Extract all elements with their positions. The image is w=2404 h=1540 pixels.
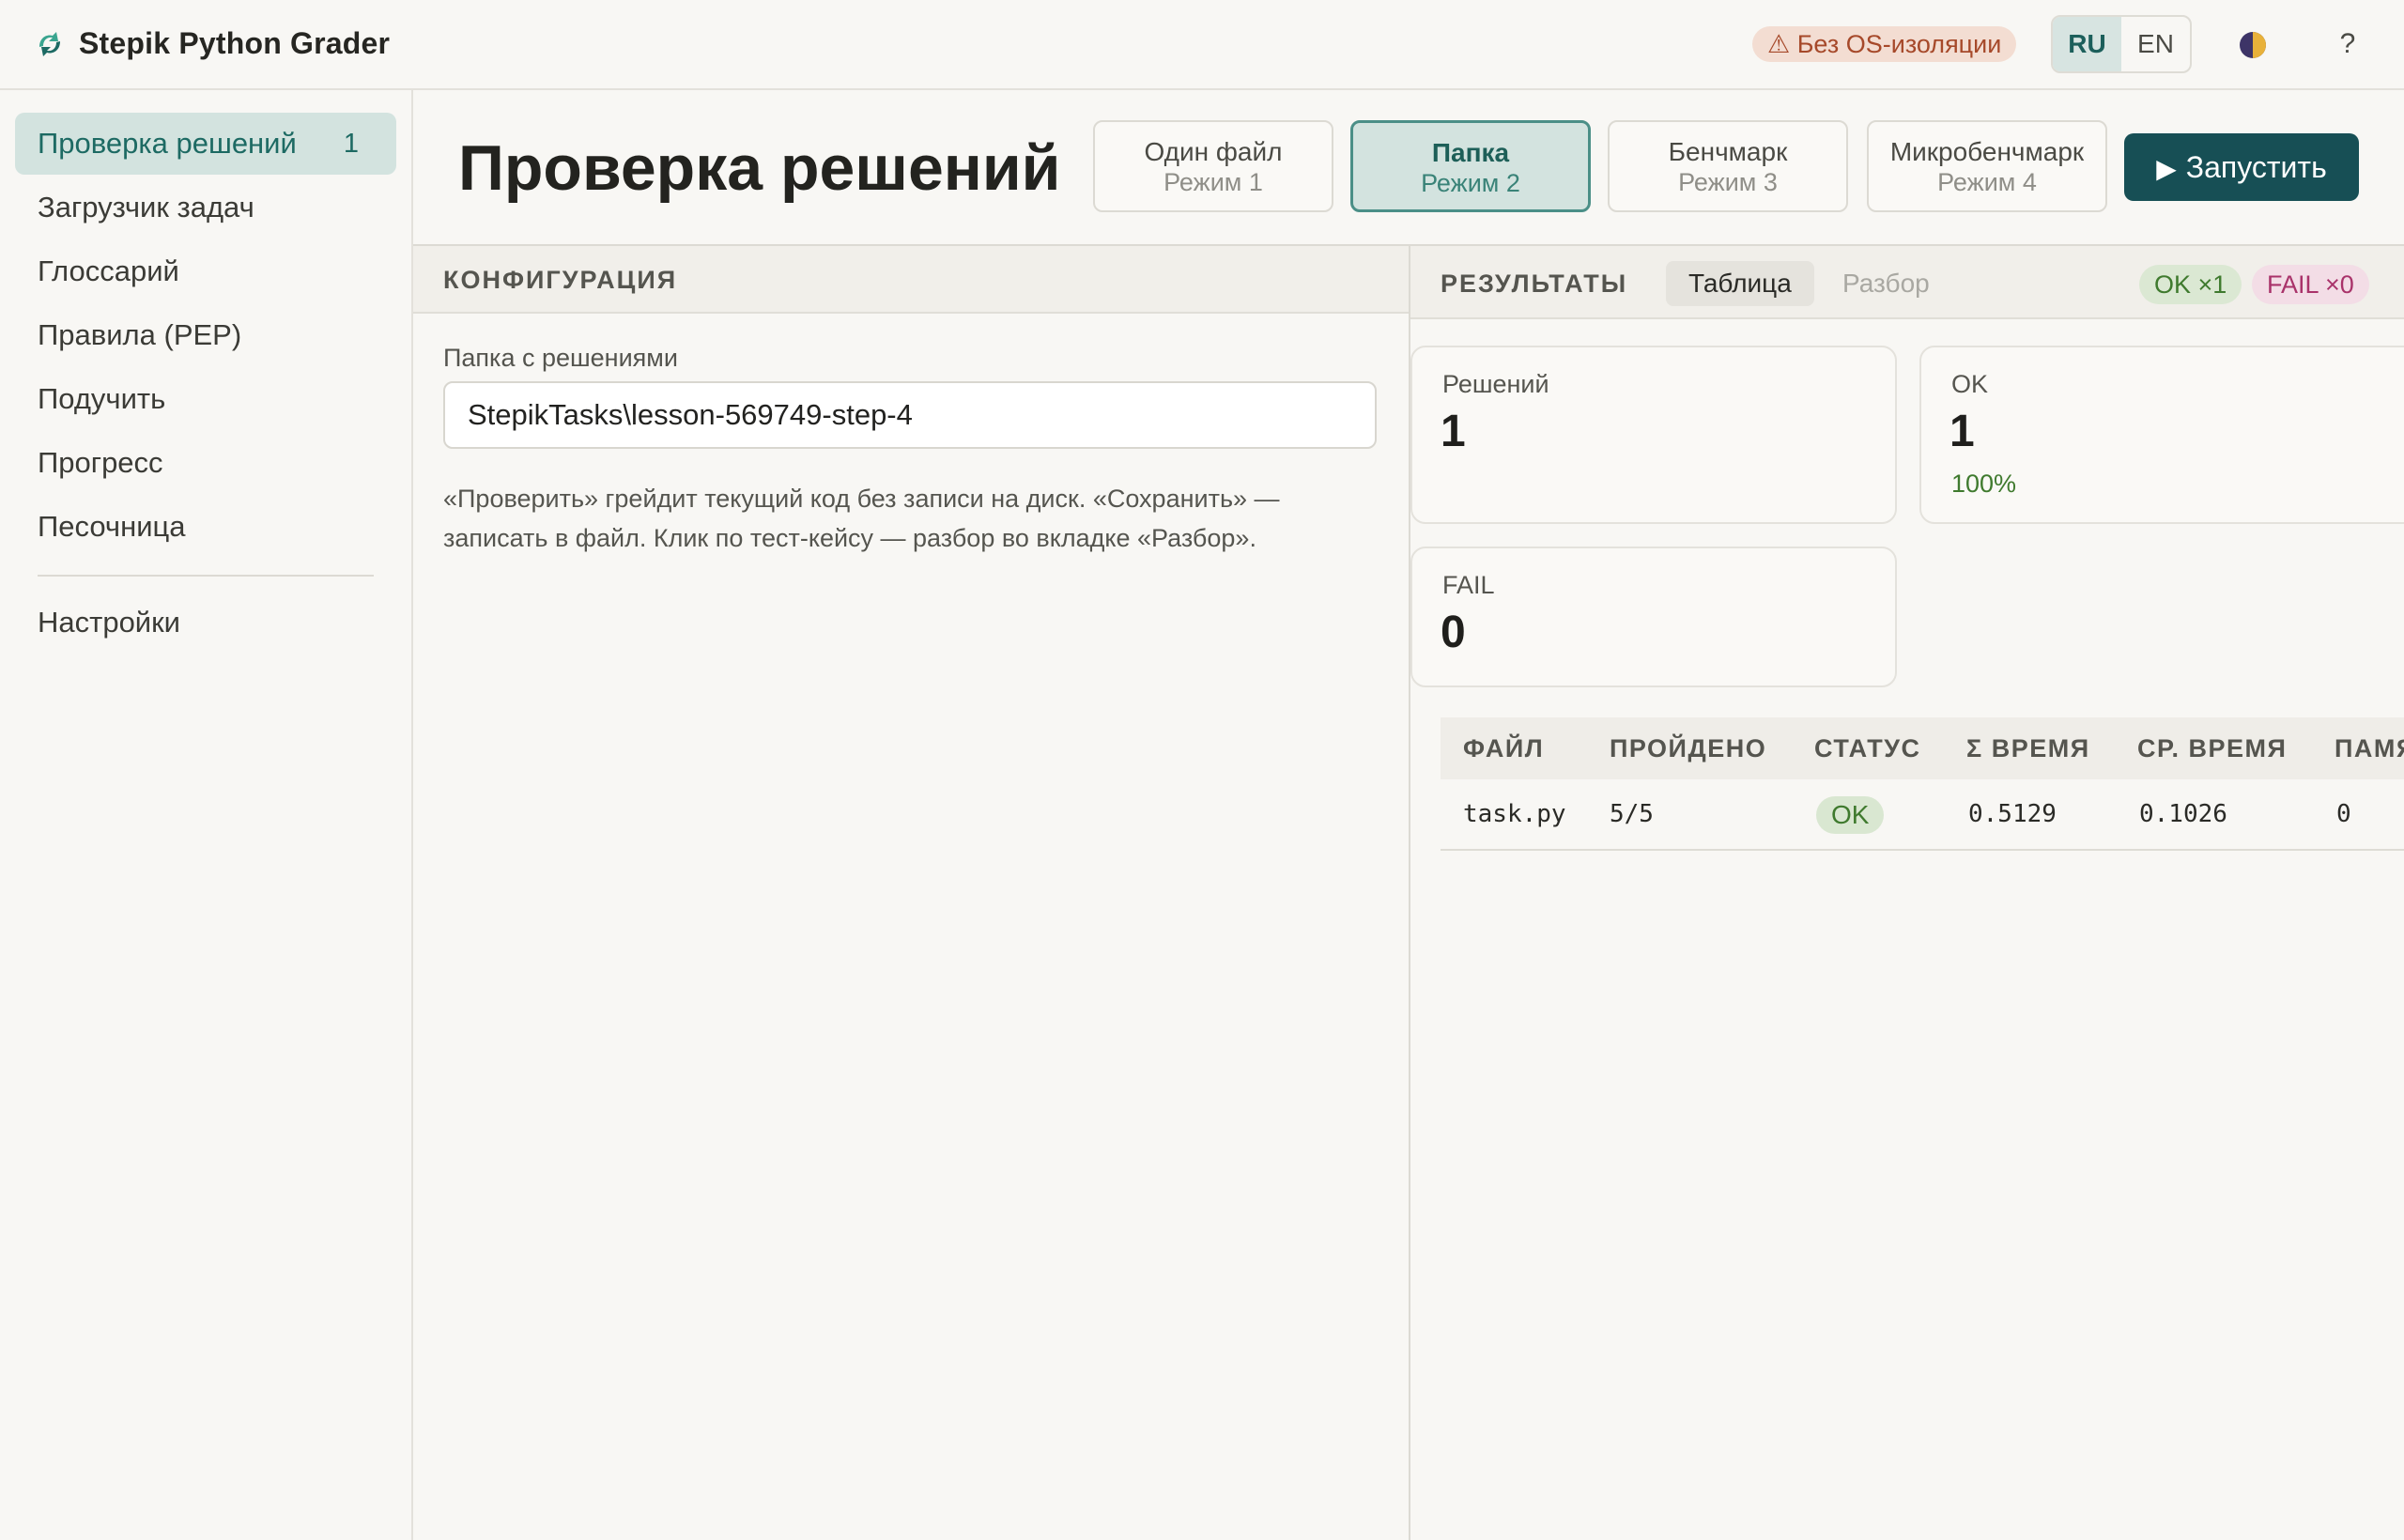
column-header-total-time[interactable]: Σ ВРЕМЯ (1966, 717, 2090, 779)
stat-value: 0 (1441, 608, 1466, 657)
column-header-file[interactable]: ФАЙЛ (1463, 717, 1544, 779)
sidebar-item-settings[interactable]: Настройки (15, 592, 396, 654)
cell-passed: 5/5 (1610, 800, 1654, 828)
status-badge: OK (1816, 796, 1885, 834)
sidebar-item-label: Проверка решений (38, 127, 297, 160)
table-header: ФАЙЛ ПРОЙДЕНО СТАТУС Σ ВРЕМЯ СР. ВРЕМЯ П… (1441, 717, 2404, 779)
mode-single-file-button[interactable]: Один файл Режим 1 (1093, 120, 1333, 212)
mode-subtitle: Режим 4 (1937, 168, 2037, 196)
sidebar-item-label: Прогресс (38, 446, 163, 479)
language-switch: RU EN (2051, 15, 2192, 73)
sidebar-item-label: Глоссарий (38, 254, 179, 287)
sidebar-item-label: Загрузчик задач (38, 191, 254, 223)
mode-subtitle: Режим 2 (1421, 169, 1520, 197)
stat-label: FAIL (1442, 571, 1495, 599)
mode-title: Папка (1431, 138, 1510, 167)
sidebar-item-count: 1 (343, 129, 359, 159)
tab-table[interactable]: Таблица (1666, 261, 1814, 306)
results-panel: РЕЗУЛЬТАТЫ Таблица Разбор OK ×1 FAIL ×0 … (1410, 246, 2404, 1540)
config-panel-header: КОНФИГУРАЦИЯ (413, 246, 1409, 314)
sidebar-item-glossary[interactable]: Глоссарий (15, 240, 396, 302)
mode-title: Микробенчмарк (1889, 137, 2085, 166)
cell-file: task.py (1463, 800, 1566, 828)
stat-value: 1 (1949, 407, 1975, 456)
app-logo-icon (39, 31, 60, 56)
app-title: Stepik Python Grader (79, 26, 391, 60)
sidebar-item-study[interactable]: Подучить (15, 368, 396, 430)
no-isolation-warning-badge: ⚠ Без OS-изоляции (1752, 26, 2017, 62)
brand[interactable]: Stepik Python Grader (34, 26, 390, 61)
stat-card-fail: FAIL 0 (1410, 547, 1897, 687)
results-panel-header: РЕЗУЛЬТАТЫ Таблица Разбор OK ×1 FAIL ×0 (1410, 246, 2404, 319)
sidebar-divider (38, 575, 374, 577)
sidebar-item-label: Настройки (38, 606, 181, 639)
run-button[interactable]: ▶ Запустить (2124, 133, 2359, 201)
sidebar-item-label: Правила (PEP) (38, 318, 242, 351)
cell-memory: 0 (2336, 800, 2351, 828)
mode-benchmark-button[interactable]: Бенчмарк Режим 3 (1608, 120, 1848, 212)
config-panel: КОНФИГУРАЦИЯ Папка с решениями StepikTas… (413, 246, 1409, 1540)
stat-label: Решений (1442, 370, 1549, 398)
folder-path-input[interactable]: StepikTasks\lesson-569749-step-4 (443, 381, 1377, 449)
mode-folder-button[interactable]: Папка Режим 2 (1350, 120, 1591, 212)
fail-count-badge: FAIL ×0 (2252, 265, 2369, 304)
column-header-memory[interactable]: ПАМЯТЬ (2335, 717, 2404, 779)
sidebar-item-label: Песочница (38, 510, 186, 543)
top-bar: Stepik Python Grader ⚠ Без OS-изоляции R… (0, 0, 2404, 90)
folder-field-label: Папка с решениями (443, 344, 678, 372)
mode-subtitle: Режим 1 (1163, 168, 1263, 196)
stat-card-solutions: Решений 1 (1410, 346, 1897, 524)
mode-title: Бенчмарк (1668, 137, 1788, 166)
mode-subtitle: Режим 3 (1678, 168, 1778, 196)
sidebar-item-sandbox[interactable]: Песочница (15, 496, 396, 558)
sidebar-item-progress[interactable]: Прогресс (15, 432, 396, 494)
tab-analysis[interactable]: Разбор (1820, 261, 1952, 306)
results-panel-title: РЕЗУЛЬТАТЫ (1441, 270, 1628, 298)
config-help-text: «Проверить» грейдит текущий код без запи… (443, 485, 1280, 552)
page-title: Проверка решений (458, 132, 1061, 204)
column-header-avg-time[interactable]: СР. ВРЕМЯ (2137, 717, 2287, 779)
stat-label: OK (1951, 370, 1989, 398)
mode-title: Один файл (1144, 137, 1283, 166)
sidebar-item-solution-check[interactable]: Проверка решений 1 (15, 113, 396, 175)
sidebar-item-task-loader[interactable]: Загрузчик задач (15, 177, 396, 239)
sidebar-item-label: Подучить (38, 382, 166, 415)
lang-ru-button[interactable]: RU (2053, 17, 2121, 71)
sidebar-item-pep-rules[interactable]: Правила (PEP) (15, 304, 396, 366)
stat-card-ok: OK 1 100% (1919, 346, 2404, 524)
column-header-status[interactable]: СТАТУС (1814, 717, 1921, 779)
cell-avg-time: 0.1026 (2139, 800, 2227, 828)
lang-en-button[interactable]: EN (2121, 17, 2190, 71)
config-panel-title: КОНФИГУРАЦИЯ (443, 266, 678, 294)
mode-microbenchmark-button[interactable]: Микробенчмарк Режим 4 (1867, 120, 2107, 212)
run-button-label: Запустить (2185, 150, 2327, 184)
table-row[interactable]: task.py 5/5 OK 0.5129 0.1026 0 (1441, 779, 2404, 851)
stat-value: 1 (1441, 407, 1466, 456)
column-header-passed[interactable]: ПРОЙДЕНО (1610, 717, 1766, 779)
ok-count-badge: OK ×1 (2139, 265, 2242, 304)
help-button[interactable]: ? (2329, 24, 2366, 64)
stat-percent: 100% (1951, 470, 2017, 498)
sidebar: Проверка решений 1 Загрузчик задач Глосс… (0, 90, 413, 1540)
cell-total-time: 0.5129 (1968, 800, 2057, 828)
play-icon: ▶ (2156, 154, 2177, 183)
theme-toggle-icon[interactable] (2239, 31, 2267, 59)
